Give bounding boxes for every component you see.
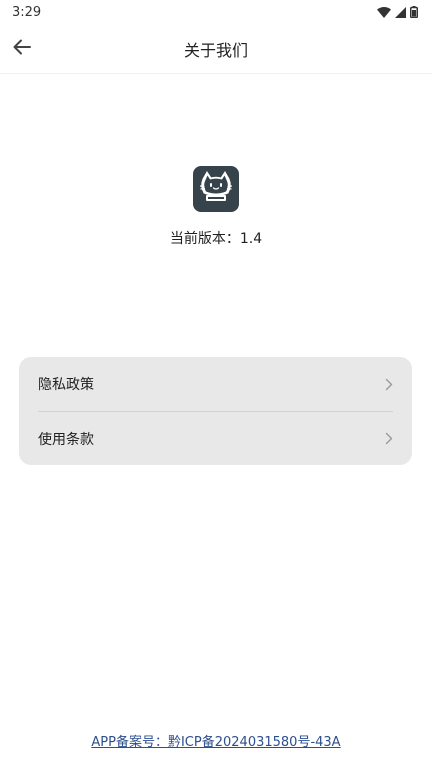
chevron-right-icon	[385, 378, 393, 391]
icp-record-text: APP备案号：黔ICP备2024031580号-43A	[91, 735, 341, 750]
menu-item-label: 隐私政策	[38, 377, 94, 393]
menu-card: 隐私政策 使用条款	[19, 357, 412, 465]
menu-item-label: 使用条款	[38, 431, 94, 448]
chevron-right-icon	[385, 432, 393, 445]
icp-record-link[interactable]: APP备案号：黔ICP备2024031580号-43A	[0, 731, 432, 750]
battery-icon	[410, 6, 418, 18]
app-logo	[193, 166, 239, 212]
privacy-policy-item[interactable]: 隐私政策	[38, 357, 393, 411]
cat-logo-icon	[196, 167, 236, 211]
page-title: 关于我们	[183, 41, 248, 60]
status-time: 3:29	[12, 4, 42, 20]
status-bar: 3:29	[0, 0, 432, 24]
version-label: 当前版本：1.4	[169, 231, 263, 247]
app-bar: 关于我们	[0, 24, 432, 74]
status-icons	[377, 6, 418, 18]
signal-icon	[395, 6, 406, 18]
about-screen: 3:29 关于我们 当前版本：1.4 隐私政策 使用条款 APP备案号：黔ICP…	[0, 0, 432, 768]
terms-of-use-item[interactable]: 使用条款	[38, 411, 393, 465]
wifi-icon	[377, 6, 391, 18]
